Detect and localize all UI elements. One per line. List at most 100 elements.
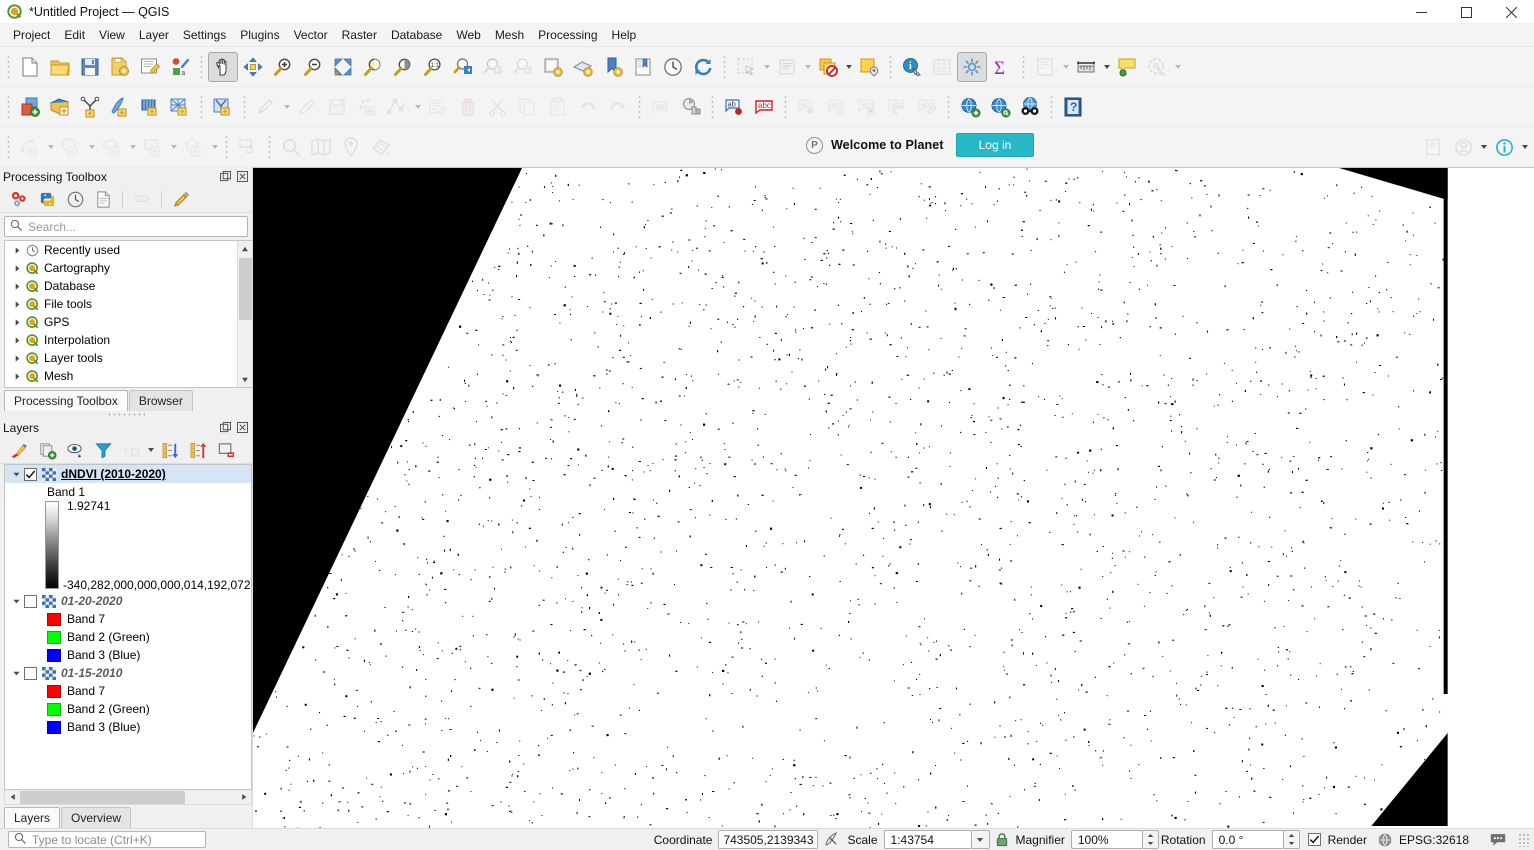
rotation-spin-buttons[interactable] (1283, 830, 1300, 849)
new-virtual-layer-icon[interactable] (208, 92, 238, 122)
menu-settings[interactable]: Settings (176, 25, 233, 45)
add-vector-layer-icon[interactable] (45, 92, 75, 122)
pan-to-selection-icon[interactable] (238, 52, 268, 82)
tree-item-database[interactable]: Database (5, 277, 237, 295)
save-layer-edits-icon[interactable] (322, 92, 352, 122)
label-properties-icon[interactable]: abc (912, 92, 942, 122)
new-map-view-icon[interactable] (538, 52, 568, 82)
maximize-button[interactable] (1444, 0, 1489, 24)
modify-attributes-icon[interactable] (423, 92, 453, 122)
python-console-icon[interactable] (34, 188, 60, 210)
tab-layers[interactable]: Layers (4, 807, 61, 828)
menu-project[interactable]: Project (6, 25, 57, 45)
field-calculator-icon[interactable] (957, 51, 987, 82)
planet-info-dropdown-arrow[interactable] (1519, 132, 1530, 162)
show-hide-labels-icon[interactable]: abc (822, 92, 852, 122)
processing-algorithm-tree[interactable]: Recently used Cartography Database File … (4, 240, 252, 388)
trace-icon[interactable] (233, 132, 263, 162)
copy-features-icon[interactable] (513, 92, 543, 122)
new-project-icon[interactable] (15, 52, 45, 82)
layer-diagram-icon[interactable] (676, 92, 706, 122)
spin-down-icon[interactable] (1143, 840, 1158, 849)
zoom-to-native-next-icon[interactable] (508, 52, 538, 82)
toolbar-handle[interactable] (5, 53, 12, 80)
scroll-track[interactable] (238, 256, 253, 372)
hscroll-thumb[interactable] (20, 790, 185, 804)
add-raster-layer-icon[interactable] (75, 92, 105, 122)
layout-manager-dropdown-arrow[interactable] (1060, 52, 1071, 82)
layer-name-dndvi[interactable]: dNDVI (2010-2020) (61, 467, 166, 481)
show-bookmarks-icon[interactable] (628, 52, 658, 82)
run-feature-action-icon[interactable] (1142, 52, 1172, 82)
menu-help[interactable]: Help (605, 25, 644, 45)
add-mesh-layer-icon[interactable] (135, 92, 165, 122)
zoom-to-selection-icon[interactable] (358, 52, 388, 82)
magnifier-spinner[interactable]: 100% (1070, 830, 1159, 849)
expand-arrow-icon[interactable] (10, 318, 25, 327)
models-icon[interactable] (129, 188, 155, 210)
new-3d-map-view-icon[interactable] (568, 52, 598, 82)
measure-line-icon[interactable] (1071, 52, 1101, 82)
processing-search-input[interactable] (22, 218, 247, 235)
close-panel-icon[interactable] (236, 421, 249, 434)
tree-item-cartography[interactable]: Cartography (5, 259, 237, 277)
highlight-labels-icon[interactable]: abc (749, 92, 779, 122)
tree-item-layer-tools[interactable]: Layer tools (5, 349, 237, 367)
crs-globe-icon[interactable] (1378, 833, 1392, 847)
open-attribute-table-icon[interactable] (927, 52, 957, 82)
locator-input[interactable] (26, 831, 205, 848)
style-manager-icon[interactable]: a (165, 52, 195, 82)
expand-arrow-icon[interactable] (10, 372, 25, 381)
add-ellipse-feature-icon[interactable] (97, 132, 127, 162)
map-canvas[interactable] (253, 167, 1534, 828)
zoom-out-icon[interactable] (298, 52, 328, 82)
help-contents-icon[interactable]: ? (1058, 92, 1088, 122)
scroll-up-icon[interactable] (237, 241, 252, 256)
expand-all-icon[interactable] (157, 439, 183, 461)
add-regular-polygon-feature-icon[interactable] (179, 132, 209, 162)
delete-selected-icon[interactable] (453, 92, 483, 122)
zoom-in-icon[interactable] (268, 52, 298, 82)
hscroll-track[interactable] (20, 790, 236, 804)
magnifier-spin-buttons[interactable] (1142, 830, 1159, 849)
resize-grip[interactable] (1518, 832, 1530, 847)
toggle-extents-icon[interactable] (823, 831, 840, 848)
map-tips-icon[interactable] (1112, 52, 1142, 82)
layer-labeling-icon[interactable]: abc (646, 92, 676, 122)
add-rectangle-feature-dropdown-arrow[interactable] (168, 132, 179, 162)
messages-log-icon[interactable] (1489, 832, 1507, 847)
lock-icon[interactable] (995, 832, 1009, 847)
tab-overview[interactable]: Overview (61, 807, 132, 828)
manage-map-themes-icon[interactable] (62, 439, 88, 461)
planet-user-dropdown-arrow[interactable] (1478, 132, 1489, 162)
filter-legend-expression-icon[interactable]: ε (118, 439, 144, 461)
search-qms-icon[interactable] (276, 132, 306, 162)
select-features-icon[interactable] (731, 52, 761, 82)
add-web-layer-icon[interactable] (955, 92, 985, 122)
tree-item-gps[interactable]: GPS (5, 313, 237, 331)
expand-arrow-icon[interactable] (10, 246, 25, 255)
set-qms-location-icon[interactable] (336, 132, 366, 162)
menu-vector[interactable]: Vector (287, 25, 335, 45)
vertex-tool-dropdown-arrow[interactable] (412, 92, 423, 122)
save-project-as-icon[interactable] (105, 52, 135, 82)
planet-order-log-icon[interactable] (1418, 132, 1448, 162)
edit-script-icon[interactable] (168, 188, 194, 210)
history-icon[interactable] (62, 188, 88, 210)
add-group-icon[interactable] (34, 439, 60, 461)
add-circle-feature-icon[interactable] (56, 132, 86, 162)
layers-tree[interactable]: dNDVI (2010-2020) Band 1 1.92741 -340,28… (4, 464, 252, 790)
expand-arrow-icon[interactable] (10, 300, 25, 309)
spin-down-icon[interactable] (1284, 840, 1299, 849)
float-panel-icon[interactable] (219, 170, 232, 183)
layer-row-dndvi[interactable]: dNDVI (2010-2020) (5, 465, 251, 483)
cut-features-icon[interactable] (483, 92, 513, 122)
tree-item-mesh[interactable]: Mesh (5, 367, 237, 385)
new-print-layout-icon[interactable] (135, 52, 165, 82)
toolbar-handle-3[interactable] (5, 133, 12, 160)
filter-legend-icon[interactable] (90, 439, 116, 461)
scale-dropdown-arrow[interactable] (971, 830, 990, 849)
tree-item-recently-used[interactable]: Recently used (5, 241, 237, 259)
vertex-tool-icon[interactable] (382, 92, 412, 122)
menu-mesh[interactable]: Mesh (488, 25, 531, 45)
